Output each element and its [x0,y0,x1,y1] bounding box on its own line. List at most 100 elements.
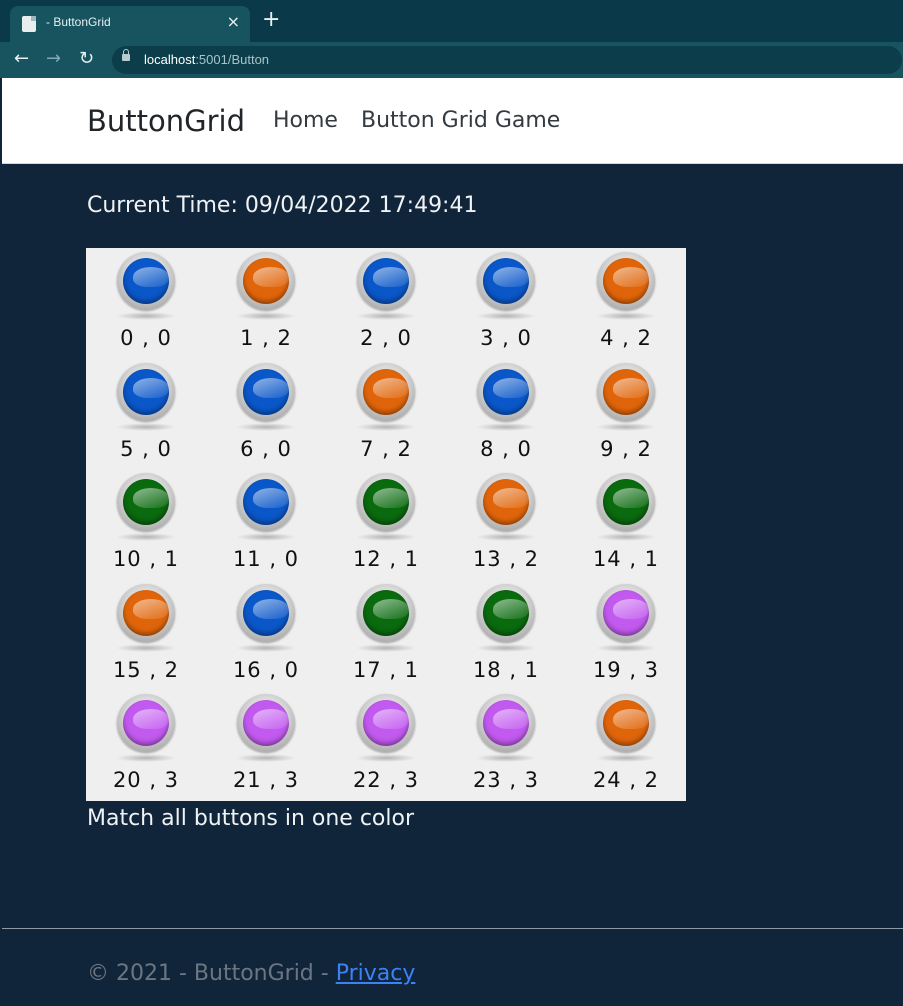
button-shadow [476,312,536,320]
grid-cell: 6 , 0 [206,359,326,469]
grid-button[interactable] [477,473,535,532]
grid-cell: 20 , 3 [86,690,206,800]
grid-button[interactable] [597,362,655,421]
button-shine [493,267,529,287]
lock-icon[interactable] [122,49,130,61]
address-bar[interactable]: localhost:5001/Button [112,46,902,74]
grid-button[interactable] [117,694,175,753]
grid-button[interactable] [117,473,175,532]
button-color-face [363,700,409,747]
current-time: Current Time: 09/04/2022 17:49:41 [87,193,478,218]
url-text: localhost:5001/Button [144,52,269,67]
button-shadow [596,533,656,542]
url-path: :5001/Button [195,52,270,67]
grid-cell: 12 , 1 [326,469,446,579]
button-shine [373,709,409,730]
button-shadow [236,422,296,431]
grid-button[interactable] [597,473,655,532]
grid-cell: 4 , 2 [566,248,686,358]
grid-cell: 22 , 3 [326,690,446,800]
grid-cell: 13 , 2 [446,469,566,579]
grid-button[interactable] [357,583,415,642]
grid-cell: 2 , 0 [326,248,446,358]
button-shine [613,488,649,509]
browser-tab[interactable]: - ButtonGrid × [10,6,250,42]
close-icon[interactable]: × [227,12,240,31]
grid-button[interactable] [237,473,295,532]
grid-cell: 3 , 0 [446,248,566,358]
button-label: 23 , 3 [472,768,540,793]
button-shadow [596,643,656,652]
button-shadow [116,422,176,431]
grid-button[interactable] [477,252,535,310]
brand-link[interactable]: ButtonGrid [87,104,245,138]
grid-cell: 9 , 2 [566,359,686,469]
button-shine [253,488,289,509]
button-color-face [363,479,409,526]
grid-cell: 24 , 2 [566,690,686,800]
button-color-face [483,368,529,415]
button-color-face [483,589,529,636]
button-label: 17 , 1 [352,657,420,682]
grid-button[interactable] [597,694,655,753]
button-shadow [236,643,296,652]
button-color-face [243,589,289,636]
grid-cell: 8 , 0 [446,359,566,469]
button-label: 2 , 0 [360,326,412,350]
grid-button[interactable] [237,252,295,310]
button-shine [373,377,409,398]
grid-button[interactable] [237,583,295,642]
tab-title: - ButtonGrid [46,15,111,29]
button-label: 8 , 0 [480,436,532,461]
grid-button[interactable] [357,252,415,310]
grid-button[interactable] [597,252,655,310]
button-label: 1 , 2 [240,326,292,350]
button-color-face [603,700,649,747]
button-color-face [603,368,649,415]
grid-button[interactable] [237,362,295,421]
button-label: 3 , 0 [480,326,532,350]
grid-button[interactable] [477,583,535,642]
nav-link-button-grid-game[interactable]: Button Grid Game [361,108,560,133]
grid-button[interactable] [117,252,175,310]
button-shine [613,377,649,398]
button-shine [373,598,409,619]
grid-button[interactable] [357,694,415,753]
grid-button[interactable] [117,362,175,421]
grid-cell: 0 , 0 [86,248,206,358]
grid-cell: 14 , 1 [566,469,686,579]
button-shine [493,709,529,730]
browser-tab-strip: - ButtonGrid × + [0,0,903,42]
reload-icon[interactable]: ↻ [79,49,94,69]
grid-button[interactable] [117,583,175,642]
grid-button[interactable] [357,473,415,532]
button-shine [613,598,649,619]
privacy-link[interactable]: Privacy [336,961,416,986]
button-shine [253,377,289,398]
grid-cell: 19 , 3 [566,580,686,690]
grid-button[interactable] [597,583,655,642]
button-label: 9 , 2 [600,436,652,461]
button-label: 16 , 0 [232,657,300,682]
button-color-face [123,589,169,636]
new-tab-button[interactable]: + [262,9,280,31]
grid-button[interactable] [237,694,295,753]
nav-link-home[interactable]: Home [273,108,338,133]
grid-button[interactable] [477,362,535,421]
grid-button[interactable] [357,362,415,421]
button-shadow [356,643,416,652]
copyright-text: © 2021 - ButtonGrid - [87,961,336,986]
button-color-face [243,700,289,747]
grid-button[interactable] [477,694,535,753]
button-shadow [116,754,176,763]
button-color-face [123,368,169,415]
button-shine [493,377,529,398]
back-arrow-icon[interactable]: ← [14,49,29,69]
button-shine [133,598,169,619]
button-shine [373,267,409,287]
button-shadow [596,312,656,320]
button-shine [253,267,289,287]
forward-arrow-icon[interactable]: → [46,49,61,69]
button-label: 15 , 2 [112,657,180,682]
button-color-face [363,368,409,415]
